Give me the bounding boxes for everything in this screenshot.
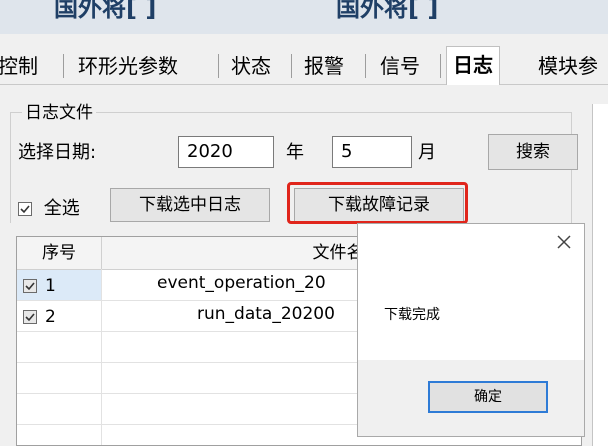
tab-separator bbox=[440, 54, 441, 78]
column-header-index[interactable]: 序号 bbox=[17, 237, 101, 269]
row-checkbox[interactable] bbox=[23, 310, 37, 324]
tab-separator bbox=[218, 54, 219, 78]
ok-button[interactable]: 确定 bbox=[428, 381, 548, 413]
download-selected-logs-button[interactable]: 下载选中日志 bbox=[110, 188, 270, 222]
year-unit-label: 年 bbox=[286, 142, 304, 163]
close-icon[interactable] bbox=[554, 232, 574, 252]
tab-separator bbox=[365, 54, 366, 78]
tab-alarm[interactable]: 报警 bbox=[304, 50, 344, 82]
log-files-group-title: 日志文件 bbox=[22, 98, 96, 123]
tab-log[interactable]: 日志 bbox=[446, 46, 500, 85]
year-input[interactable]: 2020 bbox=[178, 136, 274, 168]
dialog-footer: 确定 bbox=[358, 360, 584, 436]
row-filename: event_operation_20 bbox=[157, 273, 326, 293]
tab-status[interactable]: 状态 bbox=[231, 50, 271, 82]
row-checkbox[interactable] bbox=[23, 279, 37, 293]
tab-control[interactable]: 控制 bbox=[0, 50, 38, 82]
month-unit-label: 月 bbox=[418, 142, 436, 163]
right-side-pane bbox=[592, 104, 608, 446]
row-index: 2 bbox=[23, 307, 56, 327]
title-fragment-left: 国外将[ ] bbox=[54, 0, 157, 22]
month-input[interactable]: 5 bbox=[332, 136, 412, 168]
row-index-number: 2 bbox=[45, 307, 56, 327]
download-complete-dialog: 下载完成 确定 bbox=[357, 223, 585, 437]
tab-bar: 控制 环形光参数 状态 报警 信号 日志 模块参 bbox=[0, 40, 608, 85]
row-index-number: 1 bbox=[45, 276, 56, 296]
tab-signal[interactable]: 信号 bbox=[380, 50, 420, 82]
checkbox-icon bbox=[18, 202, 32, 216]
title-fragment-right: 国外将[ ] bbox=[336, 0, 439, 22]
date-label: 选择日期: bbox=[18, 142, 97, 163]
tab-separator bbox=[291, 54, 292, 78]
annotation-highlight-box bbox=[287, 182, 468, 224]
row-filename: run_data_20200 bbox=[197, 304, 335, 324]
window-title-strip: 国外将[ ] 国外将[ ] bbox=[0, 0, 608, 34]
tab-separator bbox=[63, 54, 64, 78]
search-button[interactable]: 搜索 bbox=[488, 134, 578, 170]
tab-module-params[interactable]: 模块参 bbox=[538, 50, 598, 82]
tab-ring-light-params[interactable]: 环形光参数 bbox=[78, 50, 178, 82]
select-all-label: 全选 bbox=[43, 198, 80, 219]
row-index: 1 bbox=[23, 276, 56, 296]
dialog-message: 下载完成 bbox=[384, 307, 440, 323]
select-all-checkbox[interactable]: 全选 bbox=[18, 194, 80, 220]
